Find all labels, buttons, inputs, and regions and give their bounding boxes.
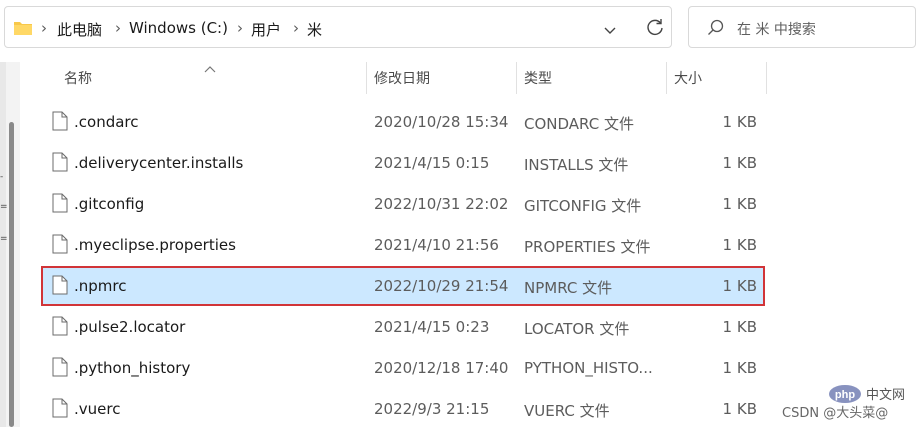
- file-name[interactable]: .python_history: [74, 359, 190, 377]
- column-header-name[interactable]: 名称: [64, 68, 92, 88]
- file-name[interactable]: .myeclipse.properties: [74, 236, 236, 254]
- file-name[interactable]: .gitconfig: [74, 195, 144, 213]
- column-divider[interactable]: [516, 62, 517, 94]
- file-row[interactable]: .vuerc 2022/9/3 21:15 VUERC 文件 1 KB: [42, 390, 764, 428]
- file-size: 1 KB: [722, 154, 757, 172]
- file-icon: [52, 193, 68, 217]
- column-header-size[interactable]: 大小: [674, 68, 702, 88]
- file-size: 1 KB: [722, 400, 757, 418]
- breadcrumb-this-pc[interactable]: 此电脑: [57, 19, 102, 40]
- refresh-icon[interactable]: [645, 17, 665, 41]
- file-row[interactable]: .pulse2.locator 2021/4/15 0:23 LOCATOR 文件 1…: [42, 308, 764, 346]
- search-input[interactable]: 在 米 中搜索: [737, 19, 816, 39]
- chevron-right-icon: ›: [115, 19, 121, 37]
- search-icon: [707, 19, 725, 41]
- sort-ascending-icon: [204, 58, 216, 77]
- nav-pane-glyph: -: [0, 172, 4, 182]
- file-row[interactable]: .myeclipse.properties 2021/4/10 21:56 PROP…: [42, 226, 764, 264]
- file-modified: 2022/9/3 21:15: [374, 400, 490, 418]
- svg-text:中文网: 中文网: [866, 388, 905, 403]
- file-size: 1 KB: [722, 236, 757, 254]
- file-type: PROPERTIES 文件: [524, 238, 651, 256]
- breadcrumb-users[interactable]: 用户: [251, 19, 281, 40]
- file-size: 1 KB: [722, 318, 757, 336]
- breadcrumb-current[interactable]: 米: [307, 19, 322, 40]
- file-row[interactable]: .deliverycenter.installs 2021/4/15 0:15 IN…: [42, 144, 764, 182]
- file-size: 1 KB: [722, 113, 757, 131]
- nav-pane-glyph: =: [0, 202, 8, 212]
- file-icon: [52, 234, 68, 258]
- file-name[interactable]: .npmrc: [74, 277, 127, 295]
- column-divider[interactable]: [666, 62, 667, 94]
- file-name[interactable]: .vuerc: [74, 400, 120, 418]
- file-modified: 2021/4/15 0:15: [374, 154, 490, 172]
- file-modified: 2022/10/31 22:02: [374, 195, 509, 213]
- chevron-right-icon: ›: [237, 19, 243, 37]
- file-modified: 2020/12/18 17:40: [374, 359, 509, 377]
- chevron-right-icon: ›: [293, 19, 299, 37]
- scrollbar-thumb[interactable]: [9, 122, 14, 427]
- file-row[interactable]: .condarc 2020/10/28 15:34 CONDARC 文件 1 KB: [42, 103, 764, 141]
- chevron-down-icon[interactable]: [603, 21, 617, 40]
- file-modified: 2021/4/10 21:56: [374, 236, 499, 254]
- file-modified: 2022/10/29 21:54: [374, 277, 509, 295]
- breadcrumb-drive-c[interactable]: Windows (C:): [129, 19, 228, 37]
- file-icon: [52, 316, 68, 340]
- search-box[interactable]: 在 米 中搜索: [688, 6, 916, 48]
- column-divider[interactable]: [366, 62, 367, 94]
- file-name[interactable]: .condarc: [74, 113, 139, 131]
- file-modified: 2021/4/15 0:23: [374, 318, 490, 336]
- file-type: INSTALLS 文件: [524, 156, 629, 174]
- file-type: LOCATOR 文件: [524, 320, 630, 338]
- column-header-type[interactable]: 类型: [524, 68, 552, 88]
- file-name[interactable]: .pulse2.locator: [74, 318, 185, 336]
- file-type: PYTHON_HISTO...: [524, 359, 653, 377]
- file-icon: [52, 398, 68, 422]
- file-size: 1 KB: [722, 359, 757, 377]
- file-type: GITCONFIG 文件: [524, 197, 642, 215]
- folder-icon: [13, 20, 33, 40]
- file-row[interactable]: .gitconfig 2022/10/31 22:02 GITCONFIG 文件 1 …: [42, 185, 764, 223]
- column-divider[interactable]: [766, 62, 767, 94]
- file-size: 1 KB: [722, 277, 757, 295]
- chevron-right-icon: ›: [41, 19, 47, 37]
- file-type: VUERC 文件: [524, 402, 610, 420]
- column-header-modified[interactable]: 修改日期: [374, 68, 430, 88]
- svg-text:php: php: [835, 389, 855, 401]
- file-name[interactable]: .deliverycenter.installs: [74, 154, 243, 172]
- file-size: 1 KB: [722, 195, 757, 213]
- file-type: CONDARC 文件: [524, 115, 634, 133]
- csdn-watermark: CSDN @大头菜@: [782, 406, 889, 421]
- file-row[interactable]: .python_history 2020/12/18 17:40 PYTHON_HI…: [42, 349, 764, 387]
- file-icon: [52, 152, 68, 176]
- address-bar[interactable]: › 此电脑 › Windows (C:) › 用户 › 米: [4, 6, 672, 48]
- file-modified: 2020/10/28 15:34: [374, 113, 509, 131]
- file-icon: [52, 357, 68, 381]
- file-row[interactable]: .npmrc 2022/10/29 21:54 NPMRC 文件 1 KB: [41, 266, 765, 306]
- file-type: NPMRC 文件: [524, 279, 613, 297]
- file-icon: [52, 275, 68, 299]
- file-icon: [52, 111, 68, 135]
- nav-pane-glyph: =: [0, 234, 8, 244]
